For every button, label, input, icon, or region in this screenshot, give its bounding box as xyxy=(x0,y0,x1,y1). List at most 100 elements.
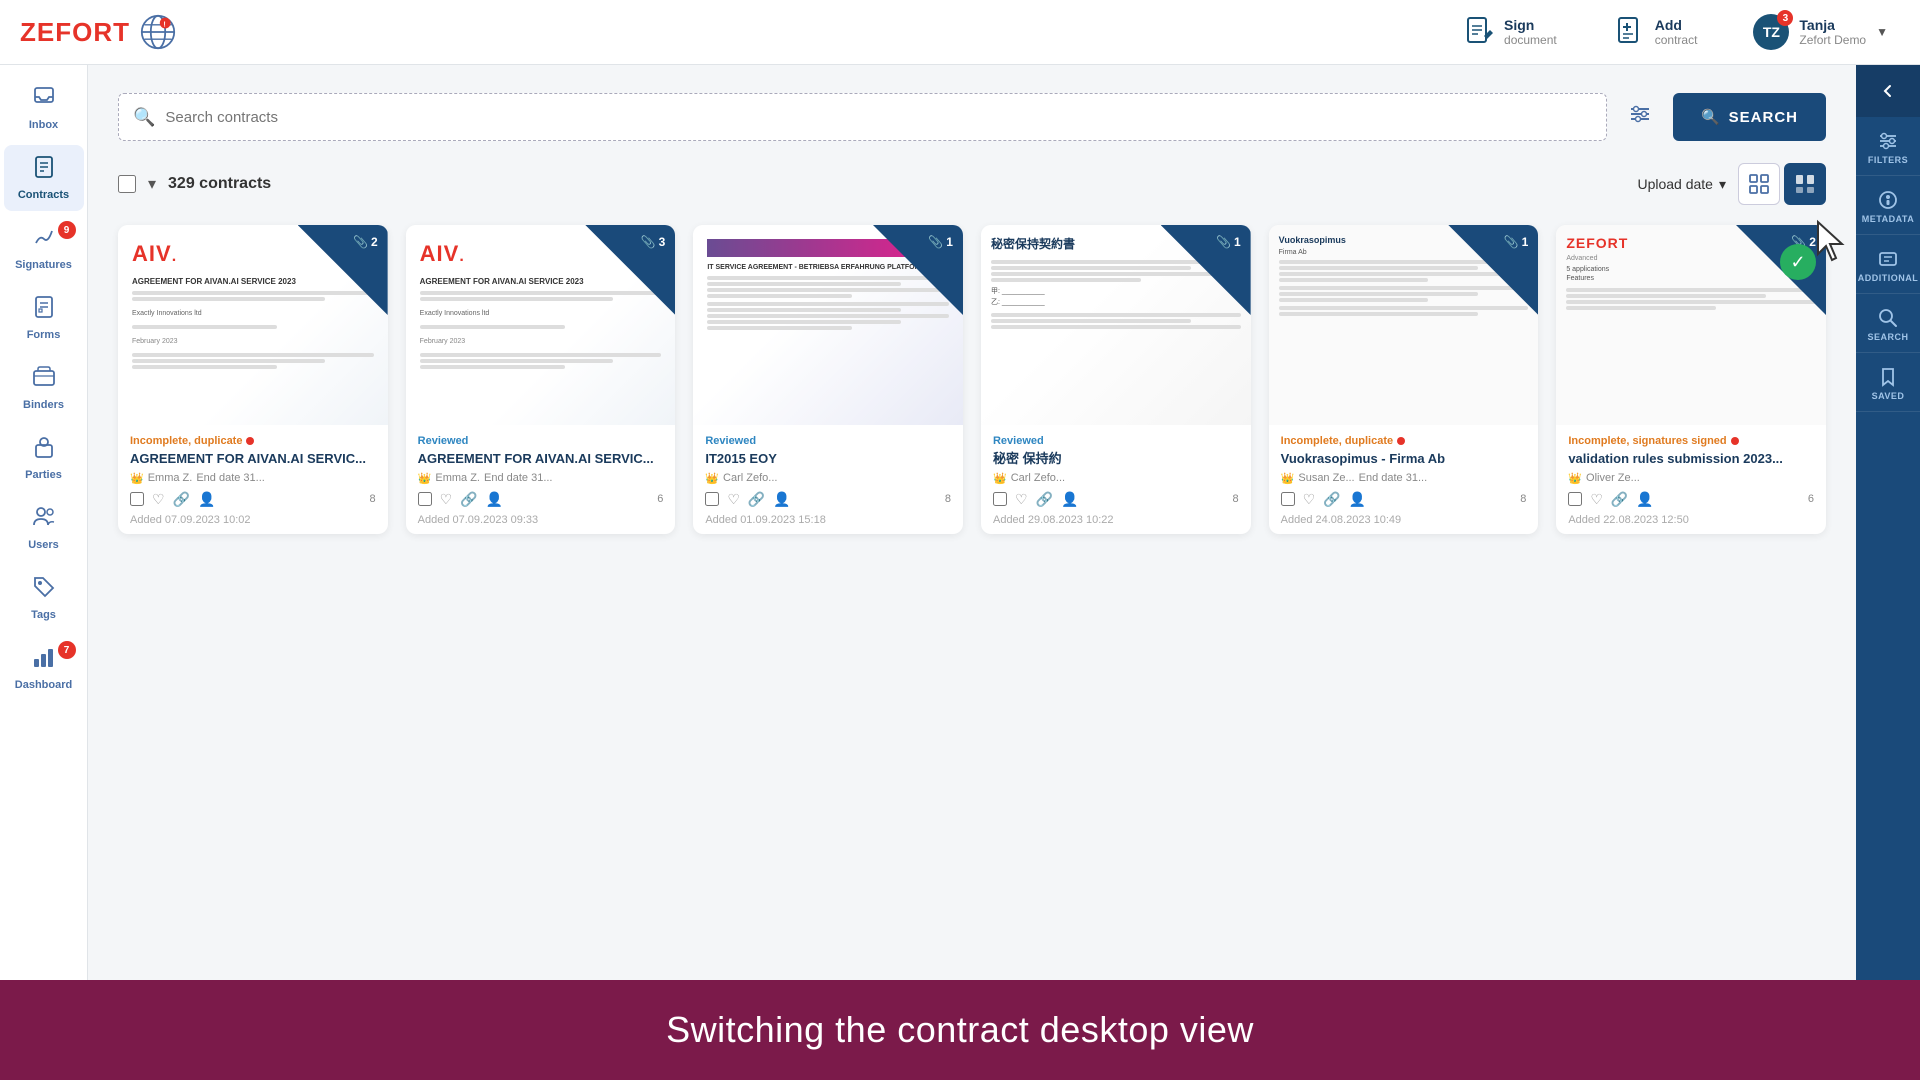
search-bar: 🔍 🔍 SEARCH xyxy=(118,93,1826,141)
like-icon[interactable]: ♡ xyxy=(1590,491,1603,508)
signatures-icon xyxy=(32,225,56,255)
filter-options-button[interactable] xyxy=(1623,97,1657,137)
sidebar-item-users-label: Users xyxy=(28,539,59,551)
right-panel-filters[interactable]: FILTERS xyxy=(1856,117,1920,176)
card-checkbox[interactable] xyxy=(705,492,719,506)
assignee: Emma Z. xyxy=(148,472,193,484)
users-count: 8 xyxy=(1233,493,1239,505)
card-footer: Reviewed AGREEMENT FOR AIVAN.AI SERVIC..… xyxy=(406,425,676,534)
crown-icon: 👑 xyxy=(1568,472,1582,485)
like-icon[interactable]: ♡ xyxy=(1303,491,1316,508)
like-icon[interactable]: ♡ xyxy=(1015,491,1028,508)
users-count: 8 xyxy=(1520,493,1526,505)
like-icon[interactable]: ♡ xyxy=(440,491,453,508)
search-input[interactable] xyxy=(165,109,1592,126)
sidebar-item-dashboard[interactable]: 7 Dashboard xyxy=(4,635,84,701)
search-button-icon: 🔍 xyxy=(1701,108,1721,126)
sort-button[interactable]: Upload date ▾ xyxy=(1637,176,1726,193)
sidebar-item-signatures-label: Signatures xyxy=(15,259,72,271)
sidebar-item-binders[interactable]: Binders xyxy=(4,355,84,421)
sidebar-item-forms[interactable]: Forms xyxy=(4,285,84,351)
link-icon[interactable]: 🔗 xyxy=(748,491,765,508)
card-date: Added 29.08.2023 10:22 xyxy=(993,514,1239,526)
search-icon: 🔍 xyxy=(133,107,155,128)
verified-badge: ✓ xyxy=(1780,244,1816,280)
sign-document-button[interactable]: Sign document xyxy=(1450,8,1571,56)
contract-card[interactable]: 📎1 Vuokrasopimus Firma Ab xyxy=(1269,225,1539,534)
card-footer: Incomplete, duplicate AGREEMENT FOR AIVA… xyxy=(118,425,388,534)
select-all-checkbox[interactable] xyxy=(118,175,136,193)
right-panel-metadata[interactable]: METADATA xyxy=(1856,176,1920,235)
filters-icon xyxy=(1878,131,1898,151)
status-dot xyxy=(1397,437,1405,445)
search-button[interactable]: 🔍 SEARCH xyxy=(1673,93,1826,141)
add-contract-label: Add xyxy=(1655,17,1698,34)
sidebar-item-inbox[interactable]: Inbox xyxy=(4,75,84,141)
banner-text: Switching the contract desktop view xyxy=(666,1009,1254,1051)
assignee: Susan Ze... xyxy=(1298,472,1354,484)
sidebar-item-parties[interactable]: Parties xyxy=(4,425,84,491)
contract-card[interactable]: 📎1 秘密保持契約書 甲: ___________ 乙: ___________ xyxy=(981,225,1251,534)
sidebar-item-contracts[interactable]: Contracts xyxy=(4,145,84,211)
link-icon[interactable]: 🔗 xyxy=(1036,491,1053,508)
metadata-icon xyxy=(1878,190,1898,210)
contract-card[interactable]: 📎3 AIV. AGREEMENT FOR AIVAN.AI SERVICE 2… xyxy=(406,225,676,534)
link-icon[interactable]: 🔗 xyxy=(1323,491,1340,508)
share-icon[interactable]: 👤 xyxy=(1636,491,1653,508)
share-icon[interactable]: 👤 xyxy=(198,491,215,508)
users-count: 8 xyxy=(370,493,376,505)
share-icon[interactable]: 👤 xyxy=(773,491,790,508)
chevron-down-icon: ▼ xyxy=(1876,25,1888,39)
right-panel-saved[interactable]: SAVED xyxy=(1856,353,1920,412)
card-date: Added 07.09.2023 10:02 xyxy=(130,514,376,526)
card-preview: 📎1 Vuokrasopimus Firma Ab xyxy=(1269,225,1539,425)
card-actions: ♡ 🔗 👤 8 xyxy=(130,491,376,508)
share-icon[interactable]: 👤 xyxy=(486,491,503,508)
card-checkbox[interactable] xyxy=(130,492,144,506)
assignee: Emma Z. xyxy=(435,472,480,484)
card-footer: Incomplete, duplicate Vuokrasopimus - Fi… xyxy=(1269,425,1539,534)
card-status: Reviewed xyxy=(993,435,1239,447)
additional-icon xyxy=(1878,249,1898,269)
share-icon[interactable]: 👤 xyxy=(1349,491,1366,508)
sidebar-item-signatures[interactable]: 9 Signatures xyxy=(4,215,84,281)
logo: ZEFORT ! xyxy=(20,14,176,50)
right-panel-additional[interactable]: ADDITIONAL xyxy=(1856,235,1920,294)
like-icon[interactable]: ♡ xyxy=(727,491,740,508)
sidebar-item-tags[interactable]: Tags xyxy=(4,565,84,631)
right-panel-toggle[interactable] xyxy=(1856,65,1920,117)
card-meta: 👑 Oliver Ze... xyxy=(1568,472,1814,485)
additional-label: ADDITIONAL xyxy=(1858,273,1919,283)
header: ZEFORT ! Sign document xyxy=(0,0,1920,65)
search-input-wrap[interactable]: 🔍 xyxy=(118,93,1607,141)
contract-card[interactable]: 📎2 ZEFORT Advanced 5 applications Featur… xyxy=(1556,225,1826,534)
filters-label: FILTERS xyxy=(1868,155,1908,165)
link-icon[interactable]: 🔗 xyxy=(173,491,190,508)
attachment-count: 📎1 xyxy=(1504,235,1529,249)
card-view-button[interactable] xyxy=(1784,163,1826,205)
right-panel-search[interactable]: SEARCH xyxy=(1856,294,1920,353)
add-contract-button[interactable]: Add contract xyxy=(1601,8,1712,56)
users-count: 8 xyxy=(945,493,951,505)
link-icon[interactable]: 🔗 xyxy=(460,491,477,508)
card-date: Added 07.09.2023 09:33 xyxy=(418,514,664,526)
card-checkbox[interactable] xyxy=(418,492,432,506)
card-checkbox[interactable] xyxy=(1568,492,1582,506)
contract-card[interactable]: 📎1 IT SERVICE AGREEMENT - BETRIEBSA ERFA… xyxy=(693,225,963,534)
sidebar-item-users[interactable]: Users xyxy=(4,495,84,561)
like-icon[interactable]: ♡ xyxy=(152,491,165,508)
link-icon[interactable]: 🔗 xyxy=(1611,491,1628,508)
card-actions: ♡ 🔗 👤 8 xyxy=(993,491,1239,508)
svg-text:!: ! xyxy=(163,20,165,29)
expand-button[interactable]: ▾ xyxy=(148,174,156,194)
share-icon[interactable]: 👤 xyxy=(1061,491,1078,508)
card-checkbox[interactable] xyxy=(993,492,1007,506)
card-users: 8 xyxy=(370,493,376,505)
card-checkbox[interactable] xyxy=(1281,492,1295,506)
user-menu[interactable]: TZ 3 Tanja Zefort Demo ▼ xyxy=(1741,8,1900,56)
contract-card[interactable]: 📎2 AIV. AGREEMENT FOR AIVAN.AI SERVICE 2… xyxy=(118,225,388,534)
attachment-count: 📎1 xyxy=(928,235,953,249)
contracts-count: 329 contracts xyxy=(168,175,1625,193)
saved-label: SAVED xyxy=(1872,391,1905,401)
grid-view-button[interactable] xyxy=(1738,163,1780,205)
